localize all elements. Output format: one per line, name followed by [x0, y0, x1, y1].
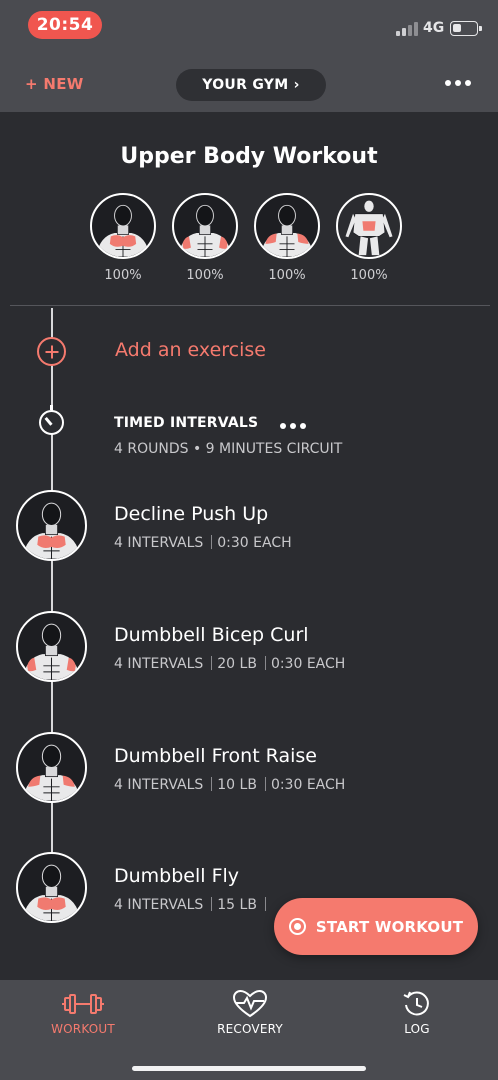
timeline-line — [51, 308, 53, 902]
exercise-weight: 15 LB — [217, 897, 257, 913]
exercise-name: Decline Push Up — [114, 503, 269, 525]
tab-bar: WORKOUT RECOVERY LOG — [0, 980, 498, 1080]
tab-recovery[interactable]: RECOVERY — [190, 988, 310, 1036]
heart-pulse-icon — [190, 988, 310, 1020]
intervals-more-icon[interactable] — [280, 423, 306, 429]
muscle-group-biceps[interactable]: 100% — [172, 193, 238, 283]
exercise-intervals: 4 INTERVALS — [114, 656, 204, 672]
battery-icon — [450, 21, 482, 36]
chest-muscle-icon — [16, 490, 87, 561]
exercise-intervals: 4 INTERVALS — [114, 897, 204, 913]
exercise-intervals: 4 INTERVALS — [114, 535, 204, 551]
record-icon — [288, 918, 306, 935]
home-indicator — [132, 1066, 366, 1071]
exercise-row[interactable]: Decline Push Up 4 INTERVALS 0:30 EACH — [16, 490, 376, 562]
your-gym-button[interactable]: YOUR GYM › — [176, 69, 326, 101]
tab-label: RECOVERY — [217, 1022, 283, 1036]
muscle-group-back[interactable]: 100% — [336, 193, 402, 283]
top-bar: 20:54 4G + NEW YOUR GYM › — [0, 0, 498, 112]
muscle-group-summary: 100% 100% 100% 100% — [90, 193, 402, 283]
add-circle-icon[interactable] — [37, 337, 66, 366]
biceps-muscle-icon — [172, 193, 238, 259]
status-time[interactable]: 20:54 — [28, 11, 102, 39]
chest-muscle-icon — [16, 852, 87, 923]
start-workout-label: START WORKOUT — [315, 917, 464, 936]
timed-intervals-subtitle: 4 ROUNDS • 9 MINUTES CIRCUIT — [114, 441, 343, 457]
chest-muscle-icon — [90, 193, 156, 259]
biceps-muscle-icon — [16, 611, 87, 682]
start-workout-button[interactable]: START WORKOUT — [274, 898, 478, 955]
exercise-name: Dumbbell Front Raise — [114, 745, 317, 767]
muscle-percent: 100% — [186, 268, 224, 283]
timer-icon — [39, 405, 64, 435]
exercise-meta: 4 INTERVALS 10 LB 0:30 EACH — [114, 777, 345, 793]
shoulders-muscle-icon — [254, 193, 320, 259]
exercise-meta: 4 INTERVALS 15 LB — [114, 897, 271, 913]
dumbbell-icon — [23, 988, 143, 1020]
add-exercise-button[interactable]: Add an exercise — [115, 339, 266, 361]
exercise-row[interactable]: Dumbbell Front Raise 4 INTERVALS 10 LB 0:3… — [16, 732, 376, 804]
muscle-percent: 100% — [104, 268, 142, 283]
status-bar: 20:54 4G — [0, 0, 498, 48]
tab-label: LOG — [404, 1022, 430, 1036]
shoulders-muscle-icon — [16, 732, 87, 803]
clock-history-icon — [357, 988, 477, 1020]
timed-intervals-title[interactable]: TIMED INTERVALS — [114, 415, 258, 431]
exercise-name: Dumbbell Fly — [114, 865, 240, 887]
exercise-weight: 20 LB — [217, 656, 257, 672]
exercise-weight: 10 LB — [217, 777, 257, 793]
muscle-percent: 100% — [350, 268, 388, 283]
tab-label: WORKOUT — [51, 1022, 115, 1036]
exercise-row[interactable]: Dumbbell Bicep Curl 4 INTERVALS 20 LB 0:30… — [16, 611, 376, 683]
back-muscle-icon — [336, 193, 402, 259]
more-options-icon[interactable] — [445, 80, 471, 86]
exercise-each: 0:30 EACH — [217, 535, 292, 551]
tab-log[interactable]: LOG — [357, 988, 477, 1036]
exercise-meta: 4 INTERVALS 20 LB 0:30 EACH — [114, 656, 345, 672]
section-divider — [10, 305, 490, 306]
exercise-name: Dumbbell Bicep Curl — [114, 624, 309, 646]
tab-workout[interactable]: WORKOUT — [23, 988, 143, 1036]
muscle-group-shoulders[interactable]: 100% — [254, 193, 320, 283]
exercise-each: 0:30 EACH — [270, 656, 346, 672]
network-label: 4G — [423, 20, 445, 36]
workout-title: Upper Body Workout — [120, 144, 378, 169]
exercise-meta: 4 INTERVALS 0:30 EACH — [114, 535, 292, 551]
signal-icon — [396, 22, 418, 36]
muscle-group-chest[interactable]: 100% — [90, 193, 156, 283]
exercise-intervals: 4 INTERVALS — [114, 777, 204, 793]
exercise-each: 0:30 EACH — [270, 777, 346, 793]
muscle-percent: 100% — [268, 268, 306, 283]
new-workout-button[interactable]: + NEW — [25, 75, 84, 93]
